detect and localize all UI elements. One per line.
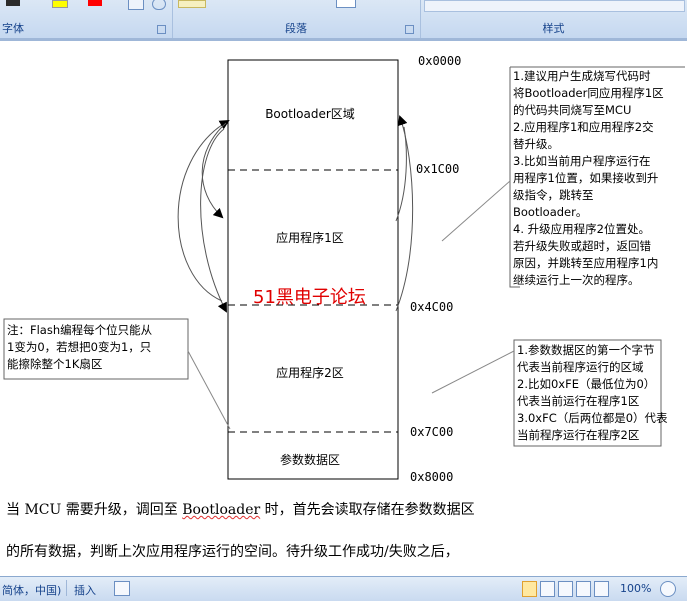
region-bootloader: Bootloader区域 [265,107,355,121]
font-group: 字体 [0,0,173,38]
clear-format-button[interactable] [152,0,166,10]
note-flash-line: 1变为0，若想把0变为1，只 [7,340,152,354]
note-upgrade-line: 将Bootloader同应用程序1区 [513,86,664,100]
callout-params-leader [431,350,515,394]
region-app2: 应用程序2区 [276,365,344,380]
status-divider [66,580,67,596]
note-flash-line: 能擦除整个1K扇区 [7,357,103,371]
styles-group: 样式 [420,0,687,38]
note-params-line: 代表当前程序运行的区域 [517,360,644,374]
font-buttons [4,0,166,12]
note-upgrade-line: 1.建议用户生成烧写代码时 [513,69,651,83]
font-dialog-launcher[interactable] [157,25,166,34]
font-group-label: 字体 [2,22,24,35]
note-upgrade-line: 替升级。 [513,137,559,151]
memory-block [227,59,399,480]
note-upgrade-line: 4. 升级应用程序2位置处。 [513,222,650,236]
view-full-screen-icon[interactable] [540,581,555,597]
format-painter-button[interactable] [128,0,144,10]
document-page: Bootloader区域 应用程序1区 应用程序2区 参数数据区 0x0000 … [0,41,687,577]
note-params-line: 当前程序运行在程序2区 [517,428,640,442]
styles-group-label: 样式 [542,22,565,35]
note-upgrade-line: 继续运行上一次的程序。 [513,273,640,287]
arrow-app1-to-bootloader [177,119,230,302]
zoom-level[interactable]: 100% [620,582,651,595]
note-upgrade: 1.建议用户生成烧写代码时 将Bootloader同应用程序1区 的代码共同烧写… [513,68,685,289]
border-button[interactable] [336,0,356,8]
region-params: 参数数据区 [280,452,340,467]
shading-button[interactable] [178,0,206,8]
body-line-1-start: 当 MCU 需要升级，调回至 [6,502,183,518]
note-upgrade-line: 3.比如当前用户程序运行在 [513,154,651,168]
paragraph-group-label: 段落 [285,22,307,35]
note-upgrade-line: 用程序1位置，如果接收到升 [513,171,659,185]
body-line-2: 的所有数据，判断上次应用程序运行的空间。待升级工作成功/失败之后， [6,544,459,560]
region-app1: 应用程序1区 [276,230,344,245]
watermark: 51黑电子论坛 [253,287,366,308]
arrow-bootloader-to-app1 [201,122,227,219]
note-flash: 注：Flash编程每个位只能从 1变为0，若想把0变为1，只 能擦除整个1K扇区 [7,322,187,373]
note-flash-line: 注：Flash编程每个位只能从 [7,323,153,337]
macro-record-icon[interactable] [114,581,130,596]
body-bootloader-word: Bootloader [182,502,261,518]
address-0x7c00: 0x7C00 [410,425,453,439]
status-bar: 简体，中国) 插入 100% [0,576,687,601]
address-0x8000: 0x8000 [410,470,453,484]
callout-flash-leader [187,350,231,430]
note-upgrade-line: Bootloader。 [513,205,588,219]
view-draft-icon[interactable] [594,581,609,597]
note-params-line: 3.0xFC（后两位都是0）代表 [517,411,668,425]
note-upgrade-line: 若升级失败或超时，返回错 [513,239,651,253]
note-upgrade-line: 级指令，跳转至 [513,188,594,202]
highlight-color-button[interactable] [52,0,68,8]
address-0x4c00: 0x4C00 [410,300,453,314]
language-indicator[interactable]: 简体，中国) [2,582,61,598]
font-color-button[interactable] [88,0,102,6]
ribbon: 字体 段落 样式 [0,0,687,39]
callout-upgrade-leader [441,180,511,242]
body-line-1: 当 MCU 需要升级，调回至 Bootloader 时，首先会读取存储在参数数据… [6,499,475,519]
bold-button[interactable] [6,0,20,6]
note-upgrade-line: 原因，并跳转至应用程序1内 [513,256,659,270]
view-web-layout-icon[interactable] [558,581,573,597]
note-params: 1.参数数据区的第一个字节 代表当前程序运行的区域 2.比如0xFE（最低位为0… [517,342,687,444]
insert-mode-indicator[interactable]: 插入 [74,582,96,598]
note-upgrade-line: 的代码共同烧写至MCU [513,103,632,117]
view-outline-icon[interactable] [576,581,591,597]
note-upgrade-line: 2.应用程序1和应用程序2交 [513,120,654,134]
address-0x1c00: 0x1C00 [416,162,459,176]
view-print-layout-icon[interactable] [522,581,537,597]
address-0x0000: 0x0000 [418,54,461,68]
note-params-line: 代表当前运行在程序1区 [517,394,640,408]
note-params-line: 2.比如0xFE（最低位为0） [517,377,656,391]
paragraph-group: 段落 [172,0,421,38]
styles-gallery[interactable] [424,0,685,12]
body-line-1-end: 时，首先会读取存储在参数数据区 [260,502,475,518]
zoom-out-icon[interactable] [660,581,676,597]
note-params-line: 1.参数数据区的第一个字节 [517,343,655,357]
paragraph-dialog-launcher[interactable] [405,25,414,34]
